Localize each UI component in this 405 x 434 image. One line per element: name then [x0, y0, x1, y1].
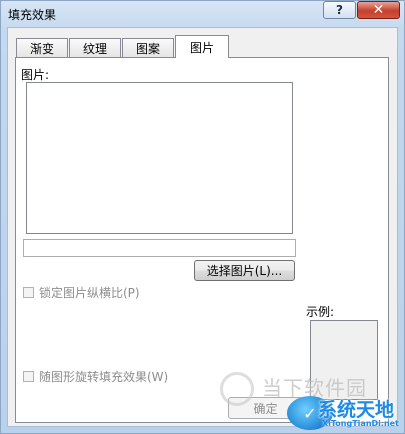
- watermark-sub-text: XiTongTianDi.net: [322, 419, 399, 428]
- help-icon: ?: [336, 3, 343, 17]
- ok-label: 确定: [253, 401, 278, 416]
- sample-label: 示例:: [306, 305, 335, 319]
- tab-gradient[interactable]: 渐变: [16, 38, 68, 57]
- picture-filename-field[interactable]: [23, 239, 296, 257]
- tab-texture[interactable]: 纹理: [69, 38, 121, 57]
- tab-label: 纹理: [82, 41, 107, 56]
- rotate-with-shape-label: 随图形旋转填充效果(W): [39, 370, 169, 384]
- window-title: 填充效果: [8, 8, 57, 22]
- rotate-with-shape-checkbox[interactable]: [23, 371, 34, 382]
- check-icon: ✓: [303, 403, 317, 423]
- tab-label: 渐变: [29, 41, 54, 56]
- tab-pattern[interactable]: 图案: [122, 38, 174, 57]
- watermark-main-text: 系统天地: [318, 399, 395, 421]
- help-button[interactable]: ?: [323, 1, 356, 19]
- lock-aspect-label: 锁定图片纵横比(P): [39, 286, 140, 300]
- select-picture-label: 选择图片(L)...: [206, 264, 283, 278]
- close-button[interactable]: ✕: [357, 1, 400, 19]
- tab-label: 图片: [189, 40, 214, 55]
- watermark-logo-icon: [220, 372, 254, 406]
- picture-preview: [26, 82, 293, 234]
- lock-aspect-checkbox[interactable]: [23, 287, 34, 298]
- close-icon: ✕: [372, 2, 385, 18]
- picture-label: 图片:: [21, 68, 50, 82]
- tab-picture[interactable]: 图片: [175, 35, 229, 58]
- select-picture-button[interactable]: 选择图片(L)...: [194, 260, 295, 281]
- tab-label: 图案: [135, 41, 160, 56]
